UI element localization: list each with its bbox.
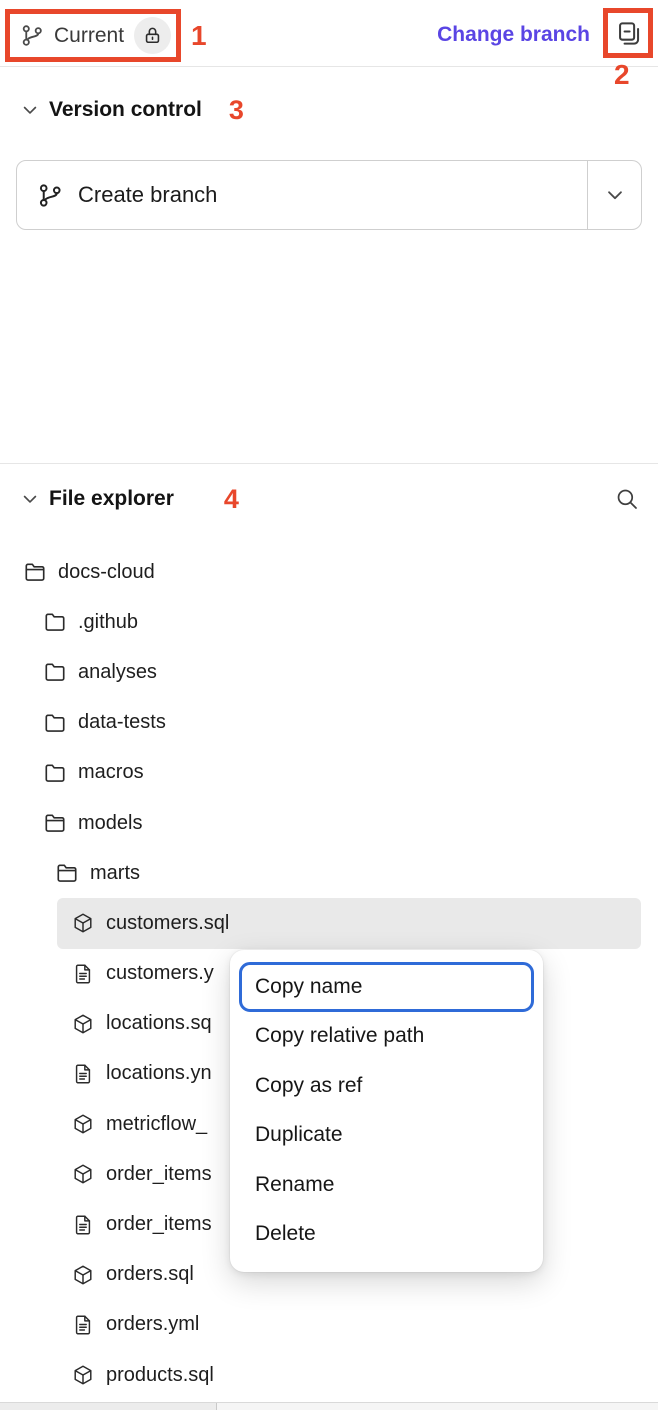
tree-item-label: orders.yml — [106, 1313, 199, 1336]
tree-item-label: analyses — [78, 661, 157, 684]
search-icon — [614, 486, 640, 512]
tree-item[interactable]: data-tests — [0, 698, 658, 748]
version-control-title: Version control — [49, 98, 202, 122]
chevron-down-icon — [20, 100, 40, 120]
file-search-button[interactable] — [613, 485, 641, 513]
tree-item[interactable]: .github — [0, 597, 658, 647]
tree-item[interactable]: orders.yml — [0, 1300, 658, 1350]
file-explorer-title: File explorer — [49, 487, 174, 511]
copy-icon — [615, 20, 642, 47]
tree-item-label: locations.sq — [106, 1012, 212, 1035]
context-menu-item[interactable]: Duplicate — [239, 1111, 534, 1161]
file-explorer-header[interactable]: File explorer 4 — [20, 477, 641, 521]
copy-branch-name-button[interactable] — [603, 8, 653, 58]
current-branch-button[interactable]: Current — [5, 9, 181, 62]
model-icon — [72, 1364, 94, 1386]
git-branch-icon — [21, 24, 44, 47]
tree-item-label: customers.sql — [106, 912, 229, 935]
tree-item-label: order_items — [106, 1163, 212, 1186]
folder-open-icon — [44, 812, 66, 834]
annotation-number-3: 3 — [229, 95, 244, 126]
tree-item-label: order_items — [106, 1213, 212, 1236]
branch-lock-badge — [134, 17, 171, 54]
chevron-down-icon — [20, 489, 40, 509]
model-icon — [72, 1163, 94, 1185]
tree-item[interactable]: docs-cloud — [0, 547, 658, 597]
create-branch-dropdown-toggle[interactable] — [587, 161, 641, 229]
tree-item-label: macros — [78, 761, 144, 784]
lock-icon — [143, 26, 162, 45]
folder-icon — [44, 661, 66, 683]
create-branch-button[interactable]: Create branch — [17, 161, 587, 229]
change-branch-link[interactable]: Change branch — [437, 23, 590, 47]
tree-item-label: models — [78, 812, 142, 835]
model-icon — [72, 1113, 94, 1135]
tree-item-label: docs-cloud — [58, 561, 155, 584]
folder-icon — [44, 712, 66, 734]
context-menu-item[interactable]: Copy name — [239, 962, 534, 1012]
ide-sidebar: Current 1 Change branch 2 Version — [0, 0, 658, 1410]
folder-icon — [44, 762, 66, 784]
bottom-panel-left-segment — [0, 1403, 217, 1410]
version-control-header[interactable]: Version control 3 — [20, 88, 641, 132]
model-icon — [72, 912, 94, 934]
tree-item[interactable]: marts — [0, 848, 658, 898]
tree-item-label: marts — [90, 862, 140, 885]
model-icon — [72, 1264, 94, 1286]
file-icon — [72, 1314, 94, 1336]
git-branch-icon — [38, 183, 63, 208]
create-branch-split-button: Create branch — [16, 160, 642, 230]
branch-bar: Current 1 Change branch 2 — [0, 0, 658, 67]
context-menu-item[interactable]: Delete — [239, 1210, 534, 1260]
annotation-number-1: 1 — [191, 20, 207, 52]
tree-item[interactable]: macros — [0, 748, 658, 798]
tree-item[interactable]: customers.sql — [57, 898, 641, 948]
file-icon — [72, 963, 94, 985]
tree-item-label: .github — [78, 611, 138, 634]
file-context-menu: Copy nameCopy relative pathCopy as refDu… — [230, 950, 543, 1272]
tree-item[interactable]: products.sql — [0, 1350, 658, 1400]
create-branch-label: Create branch — [78, 182, 217, 208]
annotation-number-2: 2 — [614, 59, 630, 91]
bottom-panel-edge — [0, 1402, 658, 1410]
context-menu-item[interactable]: Copy as ref — [239, 1061, 534, 1111]
context-menu-item[interactable]: Rename — [239, 1160, 534, 1210]
section-divider — [0, 463, 658, 464]
tree-item-label: products.sql — [106, 1364, 214, 1387]
file-icon — [72, 1063, 94, 1085]
context-menu-item[interactable]: Copy relative path — [239, 1012, 534, 1062]
folder-open-icon — [56, 862, 78, 884]
tree-item-label: data-tests — [78, 711, 166, 734]
current-branch-label: Current — [54, 24, 124, 48]
chevron-down-icon — [604, 184, 626, 206]
annotation-number-4: 4 — [224, 484, 239, 515]
tree-item-label: locations.yn — [106, 1062, 212, 1085]
file-icon — [72, 1214, 94, 1236]
tree-item-label: customers.y — [106, 962, 214, 985]
tree-item[interactable]: analyses — [0, 647, 658, 697]
tree-item[interactable]: models — [0, 798, 658, 848]
folder-icon — [44, 611, 66, 633]
folder-open-icon — [24, 561, 46, 583]
model-icon — [72, 1013, 94, 1035]
tree-item-label: orders.sql — [106, 1263, 194, 1286]
tree-item-label: metricflow_ — [106, 1113, 207, 1136]
